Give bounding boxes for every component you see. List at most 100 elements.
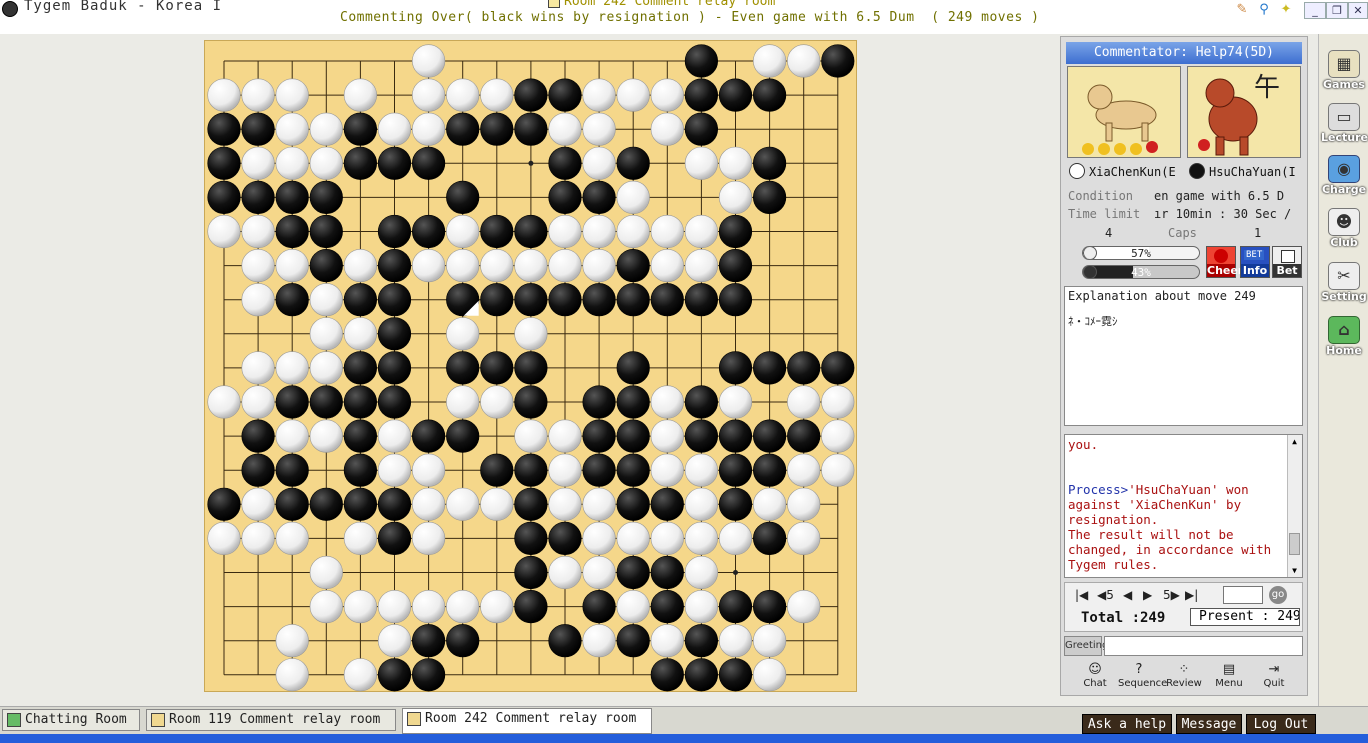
caps-label: Caps (1168, 226, 1197, 240)
first-move-button[interactable]: |◀ (1075, 588, 1088, 602)
dice-icon (1281, 250, 1295, 263)
black-stone (787, 419, 821, 453)
greeting-input[interactable] (1104, 636, 1303, 656)
white-stone (480, 78, 514, 112)
info-button[interactable]: BET Info (1240, 246, 1270, 278)
last-move-button[interactable]: ▶| (1185, 588, 1198, 602)
white-stone (650, 453, 684, 487)
bet-button[interactable]: Bet (1272, 246, 1302, 278)
search-icon[interactable]: ⚲ (1256, 2, 1272, 18)
tab-room-242[interactable]: Room 242 Comment relay room (402, 708, 652, 734)
house-icon (7, 713, 21, 727)
menu-tool[interactable]: ▤ Menu (1208, 660, 1250, 694)
cheer-button[interactable]: Cheer (1206, 246, 1243, 278)
pencil-icon[interactable]: ✎ (1234, 2, 1250, 18)
white-stone (514, 249, 548, 283)
move-number-input[interactable] (1223, 586, 1263, 604)
white-stone (309, 351, 343, 385)
chat-log[interactable]: you. Process>'HsuChaYuan' won against 'X… (1064, 434, 1303, 578)
chat-scrollbar[interactable]: ▲ ▼ (1287, 435, 1302, 577)
black-stone (684, 385, 719, 419)
white-stone (548, 112, 582, 146)
white-stone (275, 112, 309, 146)
black-stone (718, 249, 753, 283)
forward-1-button[interactable]: ▶ (1143, 588, 1152, 602)
board-svg[interactable] (205, 41, 858, 693)
white-stone (718, 521, 753, 556)
white-stone (582, 214, 616, 249)
go-button[interactable]: go (1269, 586, 1287, 604)
white-stone (548, 555, 582, 590)
back-5-button[interactable]: ◀5 (1097, 588, 1114, 602)
black-stone (309, 385, 343, 419)
ask-help-button[interactable]: Ask a help (1082, 714, 1172, 734)
white-stone (207, 385, 241, 419)
setting-button[interactable]: ✂ Setting (1321, 256, 1367, 306)
black-stone (548, 624, 582, 658)
black-stone (480, 351, 514, 385)
black-stone (684, 283, 719, 317)
games-button[interactable]: ▦ Games (1321, 44, 1367, 94)
black-stone (207, 487, 241, 521)
charge-button[interactable]: ◉ Charge (1321, 149, 1367, 199)
black-stone (377, 351, 412, 385)
setting-label: Setting (1321, 290, 1367, 303)
white-stone (275, 658, 309, 692)
black-stone (412, 146, 446, 180)
chat-line: you. (1068, 437, 1099, 452)
greeting-button[interactable]: Greeting (1064, 636, 1108, 656)
black-stone (275, 385, 309, 419)
white-stone (446, 385, 480, 419)
black-stone (582, 453, 616, 487)
explanation-box[interactable]: Explanation about move 249 ﾈ・ｺﾒｰ霓ｼ (1064, 286, 1303, 426)
scroll-up-icon[interactable]: ▲ (1289, 436, 1300, 447)
forward-5-button[interactable]: 5▶ (1163, 588, 1180, 602)
tab-chatting-room[interactable]: Chatting Room (2, 709, 140, 731)
close-button[interactable]: ✕ (1348, 2, 1368, 19)
time-limit-label: Time limit (1068, 207, 1141, 221)
white-stone (207, 214, 241, 249)
back-1-button[interactable]: ◀ (1123, 588, 1132, 602)
review-tool[interactable]: ⁘ Review (1163, 660, 1205, 694)
dog-avatar-icon (1082, 84, 1158, 155)
black-stone (752, 521, 787, 556)
black-stone (752, 180, 787, 214)
home-button[interactable]: ⌂ Home (1321, 310, 1367, 360)
black-stone (752, 78, 787, 112)
white-stone (309, 317, 343, 351)
club-button[interactable]: ☻ Club (1321, 202, 1367, 252)
white-stone (309, 555, 343, 590)
people-icon: ☻ (1328, 208, 1360, 236)
black-stone (343, 419, 377, 453)
star-point (733, 570, 738, 575)
black-stone (718, 78, 753, 112)
scroll-thumb[interactable] (1289, 533, 1300, 555)
white-stone (787, 44, 821, 78)
tab-room-119[interactable]: Room 119 Comment relay room (146, 709, 396, 731)
white-stone (582, 249, 616, 283)
minimize-button[interactable]: _ (1304, 2, 1326, 19)
restore-button[interactable]: ❐ (1326, 2, 1348, 19)
black-stone (650, 487, 684, 521)
lecture-button[interactable]: ▭ Lecture (1321, 97, 1368, 147)
white-stone (207, 78, 241, 112)
black-stone (548, 180, 582, 214)
coin-icon: ◉ (1328, 155, 1360, 183)
scroll-down-icon[interactable]: ▼ (1289, 565, 1300, 576)
white-stone (718, 385, 753, 419)
white-stone (412, 589, 446, 624)
chat-tool[interactable]: ☺ Chat (1074, 660, 1116, 694)
white-stone (548, 419, 582, 453)
white-stone-icon (1069, 163, 1085, 179)
quit-tool[interactable]: ⇥ Quit (1253, 660, 1295, 694)
sequence-tool[interactable]: ? Sequence (1118, 660, 1167, 694)
tab-label: Chatting Room (25, 712, 127, 727)
lightbulb-icon[interactable]: ✦ (1278, 2, 1294, 18)
black-stone (718, 419, 753, 453)
white-stone (309, 419, 343, 453)
message-button[interactable]: Message (1176, 714, 1242, 734)
logout-button[interactable]: Log Out (1246, 714, 1316, 734)
go-board[interactable] (204, 40, 857, 692)
app-icon (2, 1, 18, 17)
white-stone (241, 521, 275, 556)
